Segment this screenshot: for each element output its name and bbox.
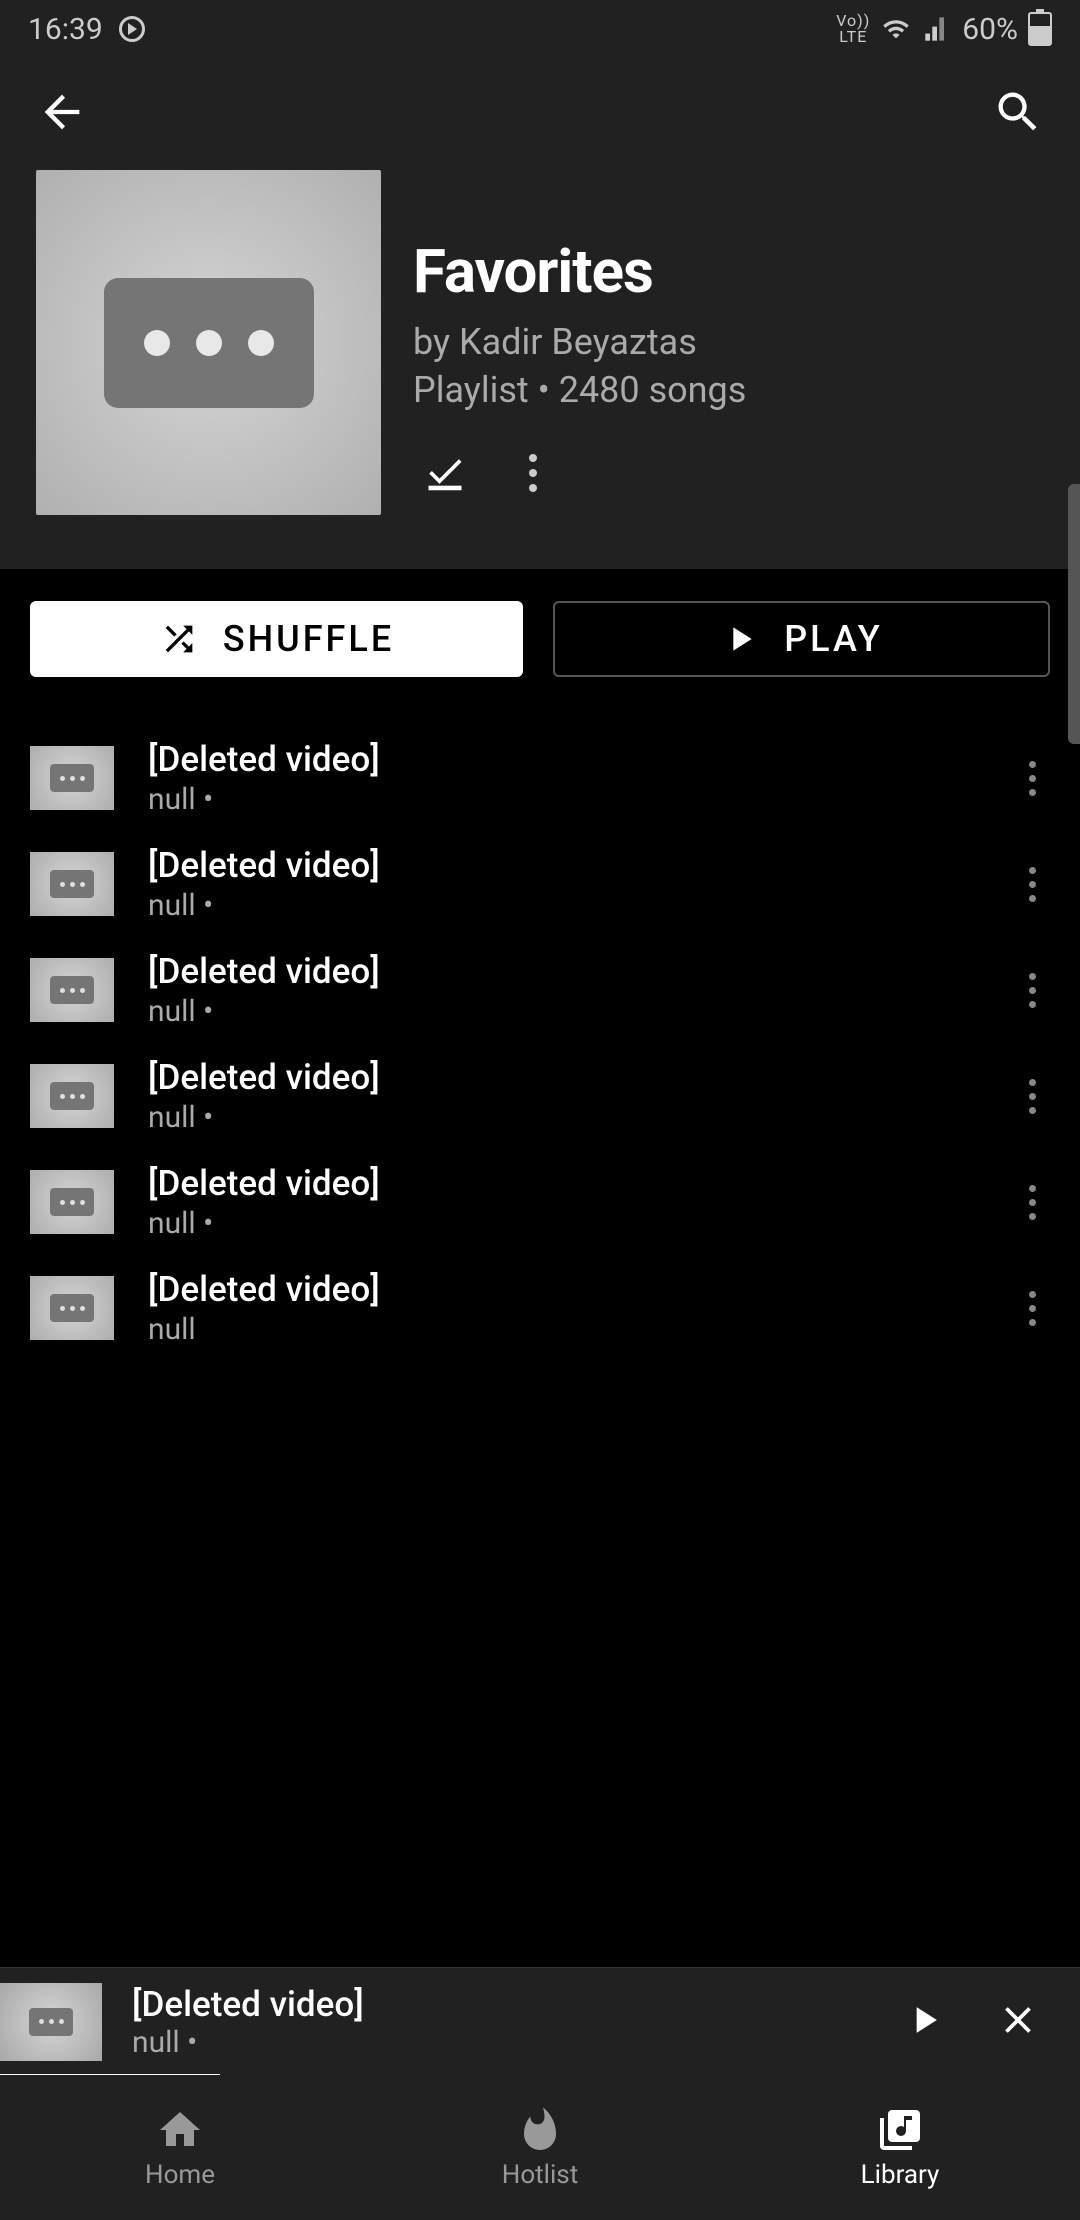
nav-hotlist[interactable]: Hotlist bbox=[360, 2075, 720, 2220]
song-sub: null • bbox=[148, 782, 981, 817]
song-more-button[interactable] bbox=[1015, 1065, 1050, 1128]
song-title: [Deleted video] bbox=[148, 951, 981, 992]
status-bar: 16:39 Vo))LTE 60% bbox=[0, 0, 1080, 58]
mini-close-button[interactable] bbox=[996, 1998, 1040, 2046]
song-more-button[interactable] bbox=[1015, 1171, 1050, 1234]
song-sub: null • bbox=[148, 1100, 981, 1135]
song-title: [Deleted video] bbox=[148, 1163, 981, 1204]
song-row[interactable]: [Deleted video] null • bbox=[0, 1043, 1080, 1149]
search-button[interactable] bbox=[992, 86, 1044, 142]
song-thumb bbox=[30, 1170, 114, 1234]
playlist-header: Favorites by Kadir Beyaztas Playlist • 2… bbox=[0, 170, 1080, 569]
song-thumb bbox=[30, 746, 114, 810]
song-more-button[interactable] bbox=[1015, 853, 1050, 916]
playing-indicator-icon bbox=[119, 16, 145, 42]
song-title: [Deleted video] bbox=[148, 1057, 981, 1098]
song-list[interactable]: [Deleted video] null • [Deleted video] n… bbox=[0, 709, 1080, 1377]
song-more-button[interactable] bbox=[1015, 747, 1050, 810]
song-thumb bbox=[30, 1276, 114, 1340]
battery-percentage: 60% bbox=[962, 12, 1018, 47]
playlist-title: Favorites bbox=[413, 236, 746, 307]
playlist-subline: Playlist • 2480 songs bbox=[413, 369, 746, 411]
lte-icon: Vo))LTE bbox=[836, 13, 870, 45]
battery-icon bbox=[1028, 12, 1052, 46]
bottom-nav: Home Hotlist Library bbox=[0, 2075, 1080, 2220]
song-row[interactable]: [Deleted video] null • bbox=[0, 937, 1080, 1043]
shuffle-button[interactable]: SHUFFLE bbox=[30, 601, 523, 677]
mini-player-thumb bbox=[0, 1983, 102, 2061]
mini-player-title: [Deleted video] bbox=[132, 1984, 902, 2025]
song-thumb bbox=[30, 852, 114, 916]
song-sub: null • bbox=[148, 994, 981, 1029]
song-more-button[interactable] bbox=[1015, 1277, 1050, 1340]
song-row[interactable]: [Deleted video] null • bbox=[0, 1149, 1080, 1255]
playlist-cover[interactable] bbox=[36, 170, 381, 515]
song-row[interactable]: [Deleted video] null bbox=[0, 1255, 1080, 1361]
status-time: 16:39 bbox=[28, 12, 103, 47]
app-bar bbox=[0, 58, 1080, 170]
song-title: [Deleted video] bbox=[148, 1269, 981, 1310]
song-title: [Deleted video] bbox=[148, 739, 981, 780]
mini-player[interactable]: [Deleted video] null • bbox=[0, 1967, 1080, 2075]
song-sub: null bbox=[148, 1312, 981, 1347]
playlist-byline: by Kadir Beyaztas bbox=[413, 321, 746, 363]
wifi-icon bbox=[880, 15, 912, 43]
shuffle-label: SHUFFLE bbox=[223, 618, 394, 660]
song-sub: null • bbox=[148, 888, 981, 923]
play-label: PLAY bbox=[784, 618, 883, 660]
mini-player-sub: null • bbox=[132, 2025, 902, 2060]
back-button[interactable] bbox=[36, 86, 88, 142]
song-title: [Deleted video] bbox=[148, 845, 981, 886]
song-thumb bbox=[30, 958, 114, 1022]
song-row[interactable]: [Deleted video] null • bbox=[0, 831, 1080, 937]
play-button[interactable]: PLAY bbox=[553, 601, 1050, 677]
signal-icon bbox=[922, 15, 952, 43]
playlist-more-button[interactable] bbox=[525, 450, 541, 496]
scrollbar[interactable] bbox=[1068, 484, 1080, 744]
song-more-button[interactable] bbox=[1015, 959, 1050, 1022]
song-row[interactable]: [Deleted video] null • bbox=[0, 725, 1080, 831]
saved-check-button[interactable] bbox=[423, 449, 467, 497]
song-sub: null • bbox=[148, 1206, 981, 1241]
mini-play-button[interactable] bbox=[902, 1998, 946, 2046]
nav-library[interactable]: Library bbox=[720, 2075, 1080, 2220]
song-thumb bbox=[30, 1064, 114, 1128]
nav-home[interactable]: Home bbox=[0, 2075, 360, 2220]
action-buttons: SHUFFLE PLAY bbox=[0, 569, 1080, 709]
